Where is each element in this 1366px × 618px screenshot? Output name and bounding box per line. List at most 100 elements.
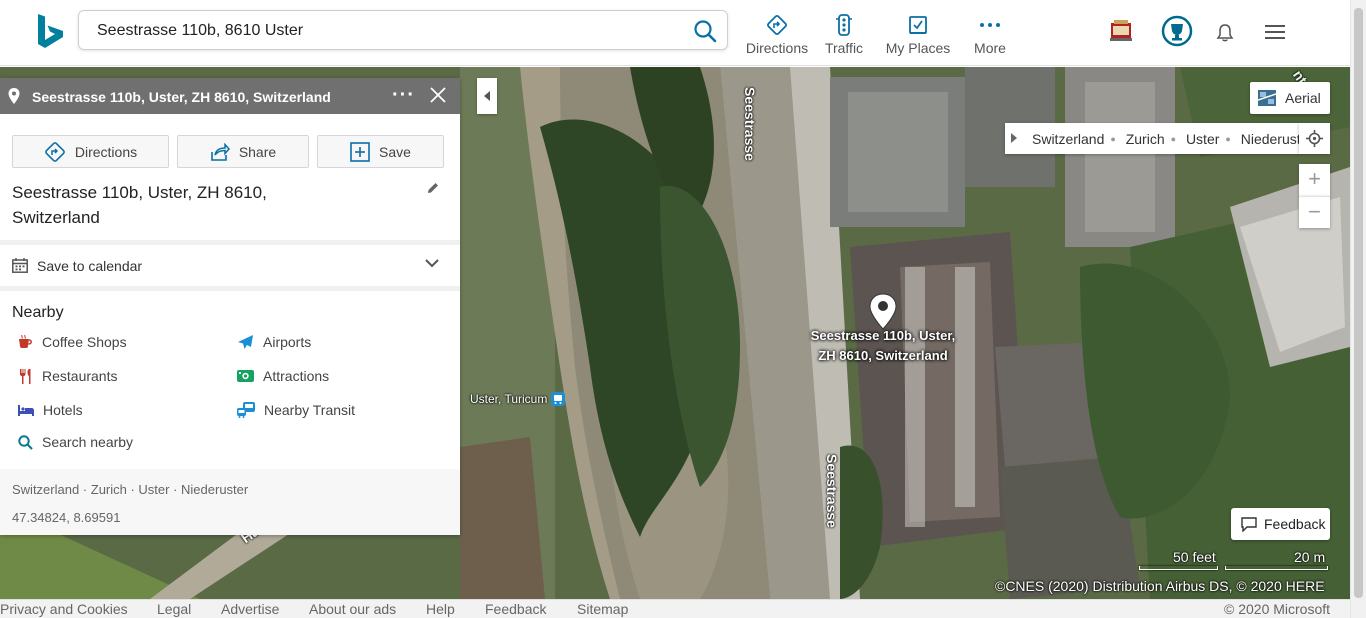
crumb-country[interactable]: Switzerland: [1032, 131, 1104, 147]
notifications-bell-icon[interactable]: [1216, 23, 1234, 43]
panel-directions-button[interactable]: Directions: [12, 135, 169, 168]
nav-my-places-label: My Places: [885, 40, 951, 56]
footer-sitemap-link[interactable]: Sitemap: [577, 601, 628, 617]
nearby-coffee-label: Coffee Shops: [42, 334, 127, 350]
location-breadcrumb: Switzerland · Zurich · Uster · Niederust…: [12, 482, 249, 497]
save-button[interactable]: Save: [317, 135, 444, 168]
search-input[interactable]: [97, 20, 677, 42]
search-nearby[interactable]: Search nearby: [18, 434, 133, 450]
more-options-icon[interactable]: ···: [392, 84, 415, 107]
nav-traffic[interactable]: Traffic: [818, 14, 870, 58]
nav-my-places[interactable]: My Places: [880, 14, 956, 58]
feedback-button-label: Feedback: [1264, 516, 1326, 532]
transit-stop-label[interactable]: Uster, Turicum: [470, 392, 566, 406]
scrollbar-thumb[interactable]: [1354, 8, 1363, 598]
search-nearby-label: Search nearby: [42, 434, 134, 450]
search-icon[interactable]: [693, 19, 719, 43]
search-box: [78, 10, 728, 50]
place-name: Seestrasse 110b, Uster, ZH 8610, Switzer…: [12, 180, 332, 230]
nearby-airports-label: Airports: [263, 334, 312, 350]
nearby-attractions[interactable]: Attractions: [237, 368, 329, 384]
calendar-icon: [12, 258, 28, 273]
location-panel: Seestrasse 110b, Uster, ZH 8610, Switzer…: [0, 78, 460, 535]
location-details: Switzerland · Zurich · Uster · Niederust…: [0, 469, 460, 535]
collapse-panel-button[interactable]: [477, 78, 497, 114]
nearby-hotels-label: Hotels: [43, 402, 83, 418]
footer-advertise-link[interactable]: Advertise: [221, 601, 279, 617]
fork-knife-icon: [20, 368, 31, 384]
page-footer: Privacy and Cookies Legal Advertise Abou…: [0, 599, 1350, 618]
map-style-icon: [1258, 90, 1276, 106]
share-label: Share: [238, 143, 277, 160]
crosshair-icon: [1306, 130, 1323, 147]
nav-directions-label: Directions: [745, 40, 809, 56]
transit-icon: [237, 402, 255, 418]
transit-stop-name: Uster, Turicum: [470, 392, 548, 406]
aerial-view-button[interactable]: Aerial: [1250, 82, 1330, 114]
scale-meters-label: 20 m: [1294, 549, 1326, 565]
search-icon: [18, 434, 33, 450]
nearby-hotels[interactable]: Hotels: [18, 402, 83, 418]
footer-feedback-link[interactable]: Feedback: [485, 601, 546, 617]
top-header: Directions Traffic My Places More: [0, 0, 1350, 66]
share-button[interactable]: Share: [177, 135, 309, 168]
panel-directions-label: Directions: [74, 143, 138, 160]
nearby-restaurants[interactable]: Restaurants: [18, 368, 117, 384]
close-icon[interactable]: [429, 86, 447, 104]
save-label: Save: [379, 143, 411, 160]
pin-label-line2: ZH 8610, Switzerland: [818, 348, 948, 363]
map-breadcrumb: Switzerland ● Zurich ● Uster ● Niederuster: [1005, 123, 1313, 154]
my-places-icon: [909, 16, 927, 34]
nearby-attractions-label: Attractions: [263, 368, 330, 384]
nearby-restaurants-label: Restaurants: [42, 368, 118, 384]
rewards-icon[interactable]: [1108, 14, 1134, 44]
nearby-airports[interactable]: Airports: [237, 334, 311, 350]
attractions-ticket-icon: [237, 370, 254, 382]
crumb-separator: ●: [1110, 134, 1116, 144]
expand-triangle-icon[interactable]: [1011, 133, 1017, 143]
save-to-calendar-row[interactable]: Save to calendar: [0, 246, 460, 286]
panel-title-bar: Seestrasse 110b, Uster, ZH 8610, Switzer…: [0, 78, 460, 114]
scale-feet-label: 50 feet: [1173, 549, 1216, 565]
pin-label: Seestrasse 110b, Uster, ZH 8610, Switzer…: [800, 326, 966, 366]
nearby-coffee-shops[interactable]: Coffee Shops: [18, 334, 127, 350]
crumb-separator: ●: [1225, 134, 1231, 144]
footer-about-ads-link[interactable]: About our ads: [309, 601, 396, 617]
feedback-speech-icon: [1241, 517, 1257, 532]
footer-legal-link[interactable]: Legal: [157, 601, 191, 617]
crumb-city[interactable]: Uster: [1186, 131, 1219, 147]
location-pin-small-icon: [8, 88, 20, 104]
pin-label-line1: Seestrasse 110b, Uster,: [810, 328, 956, 343]
traffic-light-icon: [836, 14, 852, 36]
street-label-bottom: Seestrasse: [824, 454, 840, 528]
nav-directions[interactable]: Directions: [740, 14, 814, 58]
share-icon: [211, 142, 230, 161]
divider: [0, 240, 460, 245]
street-label-top: Seestrasse: [742, 87, 758, 161]
footer-privacy-link[interactable]: Privacy and Cookies: [0, 601, 128, 617]
coffee-cup-icon: [19, 335, 32, 348]
locate-me-button[interactable]: [1299, 123, 1330, 154]
save-to-calendar-label: Save to calendar: [37, 258, 143, 274]
place-name-line2: Switzerland: [12, 208, 100, 227]
airplane-icon: [238, 335, 253, 349]
hamburger-menu-icon[interactable]: [1264, 24, 1286, 40]
crumb-canton[interactable]: Zurich: [1126, 131, 1165, 147]
map-feedback-button[interactable]: Feedback: [1231, 508, 1330, 540]
zoom-out-button[interactable]: −: [1299, 196, 1330, 228]
trophy-badge-icon[interactable]: [1161, 15, 1193, 47]
nav-more[interactable]: More: [962, 14, 1018, 58]
nearby-transit[interactable]: Nearby Transit: [237, 402, 355, 418]
footer-help-link[interactable]: Help: [426, 601, 455, 617]
coordinates[interactable]: 47.34824, 8.69591: [12, 510, 120, 525]
panel-title: Seestrasse 110b, Uster, ZH 8610, Switzer…: [32, 89, 331, 105]
zoom-in-button[interactable]: +: [1299, 164, 1330, 196]
imagery-copyright: ©CNES (2020) Distribution Airbus DS, © 2…: [995, 578, 1325, 594]
edit-pencil-icon[interactable]: [427, 182, 439, 194]
bing-logo-icon[interactable]: [36, 13, 66, 49]
divider: [0, 286, 460, 291]
scale-feet-bar: [1139, 566, 1218, 570]
more-dots-icon: [980, 23, 1000, 27]
page-scrollbar[interactable]: [1350, 0, 1366, 618]
add-save-icon: [350, 141, 370, 162]
